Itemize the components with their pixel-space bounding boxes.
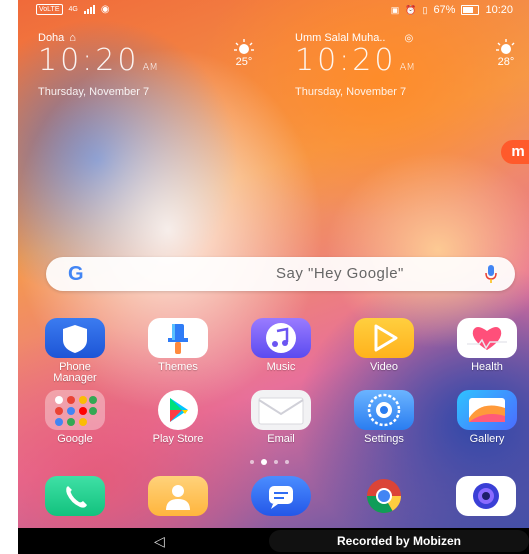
weather-umm-salal[interactable]: 28° (495, 38, 517, 68)
alarm-icon: ⏰ (405, 4, 417, 15)
page-dot[interactable] (250, 460, 254, 464)
battery-percent: 67% (433, 4, 456, 16)
back-button[interactable]: ◁ (154, 533, 165, 550)
weather-temp: 25° (235, 56, 253, 68)
vibrate-icon: ▯ (422, 4, 428, 15)
nfc-icon: ▣ (390, 4, 400, 15)
recorder-watermark: Recorded by Mobizen (269, 530, 529, 552)
clock-time: 10:20 (38, 43, 140, 78)
page-indicator (250, 459, 289, 465)
status-time: 10:20 (485, 4, 513, 16)
page-dot[interactable] (285, 460, 289, 464)
google-logo-icon: G (68, 263, 84, 285)
google-folder-icon (45, 390, 105, 430)
themes-icon (148, 318, 208, 358)
app-themes[interactable]: Themes (133, 318, 223, 373)
gallery-icon (457, 390, 517, 430)
signal-icon (83, 5, 95, 14)
app-music[interactable]: Music (236, 318, 326, 373)
app-phone-manager[interactable]: Phone Manager (30, 318, 120, 384)
clock-date: Thursday, November 7 (295, 86, 407, 98)
email-icon (251, 390, 311, 430)
health-icon (457, 318, 517, 358)
app-settings[interactable]: Settings (339, 390, 429, 445)
location-icon: ◎ (404, 32, 414, 44)
sun-icon (495, 38, 517, 56)
mobizen-logo-icon: m (511, 143, 525, 160)
clock-ampm: AM (399, 62, 415, 73)
volte-badge: VoLTE (36, 4, 63, 15)
page-dot[interactable] (274, 460, 278, 464)
app-gallery[interactable]: Gallery (442, 390, 529, 445)
network-type: 4G (68, 6, 78, 13)
app-health[interactable]: Health (442, 318, 529, 373)
clock-widget-umm-salal[interactable]: Umm Salal Muha.. ◎ 10:20 AM Thursday, Nov… (295, 32, 415, 98)
chrome-icon[interactable] (354, 476, 414, 516)
clock-time: 10:20 (295, 43, 397, 78)
mobizen-floating-button[interactable]: m (501, 140, 529, 164)
weather-doha[interactable]: 25° (233, 38, 255, 68)
search-hint: Say "Hey Google" (276, 265, 404, 282)
phone-icon[interactable] (45, 476, 105, 516)
video-icon (354, 318, 414, 358)
google-search-bar[interactable]: G Say "Hey Google" (46, 257, 515, 291)
clock-ampm: AM (142, 62, 158, 73)
home-screen: VoLTE 4G ◉ ▣ ⏰ ▯ 67% 10:20 Doha ⌂ 10:20 A… (18, 0, 529, 554)
navigation-bar: ◁ Recorded by Mobizen (18, 528, 529, 554)
clock-date: Thursday, November 7 (38, 86, 150, 98)
app-video[interactable]: Video (339, 318, 429, 373)
app-play-store[interactable]: Play Store (133, 390, 223, 445)
app-email[interactable]: Email (236, 390, 326, 445)
clock-widget-doha[interactable]: Doha ⌂ 10:20 AM Thursday, November 7 (38, 32, 158, 98)
phone-manager-icon (45, 318, 105, 358)
mic-icon[interactable] (485, 265, 497, 283)
status-bar: VoLTE 4G ◉ ▣ ⏰ ▯ 67% 10:20 (18, 0, 529, 20)
battery-icon (461, 5, 480, 15)
messages-icon[interactable] (251, 476, 311, 516)
music-icon (251, 318, 311, 358)
wifi-icon: ◉ (100, 4, 110, 15)
weather-temp: 28° (497, 56, 515, 68)
settings-icon (354, 390, 414, 430)
page-dot-active[interactable] (261, 459, 267, 465)
play-store-icon (158, 390, 198, 430)
sun-icon (233, 38, 255, 56)
camera-icon[interactable] (456, 476, 516, 516)
contacts-icon[interactable] (148, 476, 208, 516)
app-google-folder[interactable]: Google (30, 390, 120, 445)
